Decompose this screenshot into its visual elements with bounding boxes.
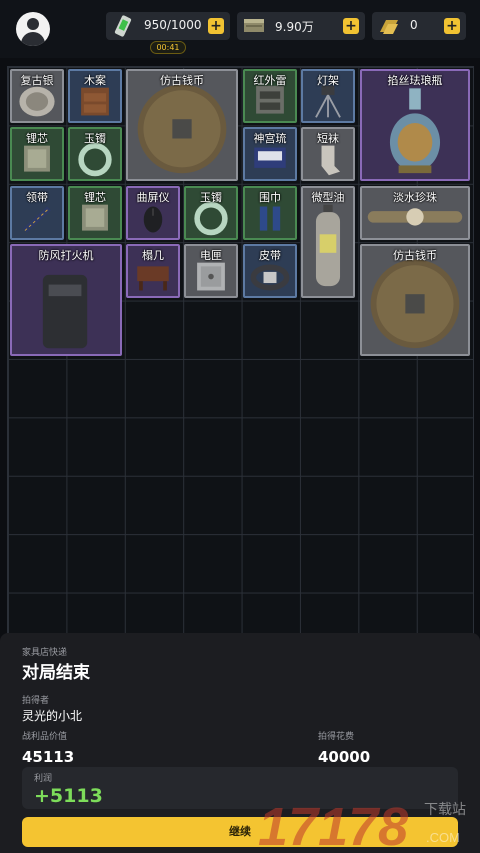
finder-label: 拍得者 (22, 696, 50, 706)
item-necktie[interactable]: 领带 (10, 186, 64, 240)
cash-add-button[interactable]: + (343, 18, 359, 34)
finder-name: 灵光的小北 (22, 709, 83, 723)
item-wooden-table[interactable]: 木案 (68, 69, 122, 123)
item-freshwater-pearl[interactable]: 淡水珍珠 (360, 186, 470, 240)
item-label: 皮带 (259, 249, 281, 262)
item-jade-bracelet-1[interactable]: 玉镯 (68, 127, 122, 181)
item-lamp-stand[interactable]: 灯架 (301, 69, 355, 123)
gold-bar-icon (380, 20, 398, 34)
energy-value: 950/1000 (144, 18, 202, 32)
item-label: 玉镯 (84, 132, 106, 145)
cost-value: 40000 (318, 748, 371, 766)
round-over-title: 对局结束 (22, 663, 90, 683)
item-curved-monitor[interactable]: 曲屏仪 (126, 186, 180, 240)
item-electric-box[interactable]: 电匣 (184, 244, 238, 298)
cash-resource: 9.90万 + (237, 12, 365, 40)
profit-value: +5113 (34, 785, 103, 807)
panel-subtitle: 家具店快递 (22, 648, 68, 658)
item-label: 领带 (26, 191, 48, 204)
item-infrared-mine[interactable]: 红外雷 (243, 69, 297, 123)
item-cloisonne-vase[interactable]: 掐丝珐琅瓶 (360, 69, 470, 181)
item-jade-bracelet-2[interactable]: 玉镯 (184, 186, 238, 240)
cost-label: 拍得花费 (318, 732, 355, 742)
item-label: 仿古钱币 (160, 74, 204, 87)
item-belt[interactable]: 皮带 (243, 244, 297, 298)
item-label: 榻几 (142, 249, 164, 262)
item-label: 灯架 (317, 74, 339, 87)
item-label: 淡水珍珠 (393, 191, 437, 204)
energy-resource: 950/1000 + (106, 12, 230, 40)
item-label: 神宫琉 (253, 132, 287, 145)
energy-drink-icon (114, 15, 132, 37)
item-scarf[interactable]: 围巾 (243, 186, 297, 240)
cash-value: 9.90万 (275, 20, 314, 34)
item-label: 微型油 (311, 191, 345, 204)
item-lithium-core-2[interactable]: 锂芯 (68, 186, 122, 240)
item-label: 曲屏仪 (136, 191, 170, 204)
item-label: 锂芯 (26, 132, 48, 145)
top-bar: 950/1000 + 9.90万 + 0 + 00:41 (0, 0, 480, 58)
profit-box: 利润 +5113 (22, 767, 458, 809)
item-windproof-lighter[interactable]: 防风打火机 (10, 244, 122, 356)
item-label: 短袜 (317, 132, 339, 145)
result-panel: 家具店快递 对局结束 拍得者 灵光的小北 战利品价值 45113 拍得花费 40… (0, 633, 480, 853)
item-antique-coin-2[interactable]: 仿古钱币 (360, 244, 470, 356)
item-lithium-core-1[interactable]: 锂芯 (10, 127, 64, 181)
round-timer: 00:41 (150, 41, 186, 54)
loot-value-label: 战利品价值 (22, 732, 68, 742)
item-label: 复古银 (20, 74, 54, 87)
gold-value: 0 (410, 18, 418, 32)
item-antique-coin[interactable]: 仿古钱币 (126, 69, 238, 181)
cash-stack-icon (244, 19, 264, 32)
item-mini-oil-tank[interactable]: 微型油 (301, 186, 355, 298)
profit-label: 利润 (34, 774, 53, 784)
inventory-grid: 复古银 木案 仿古钱币 红外雷 灯架 掐丝珐琅瓶 锂芯 玉镯 神宫琉 短袜 领带… (7, 66, 474, 636)
item-label: 玉镯 (200, 191, 222, 204)
item-short-socks[interactable]: 短袜 (301, 127, 355, 181)
item-label: 防风打火机 (38, 249, 94, 262)
item-couch-table[interactable]: 榻几 (126, 244, 180, 298)
item-label: 锂芯 (84, 191, 106, 204)
item-label: 围巾 (259, 191, 281, 204)
item-vintage-silver[interactable]: 复古银 (10, 69, 64, 123)
gold-add-button[interactable]: + (444, 18, 460, 34)
gold-resource: 0 + (372, 12, 466, 40)
avatar[interactable] (16, 12, 50, 46)
item-label: 红外雷 (253, 74, 287, 87)
avatar-body (21, 32, 45, 46)
loot-value: 45113 (22, 748, 75, 766)
item-shrine-device[interactable]: 神宫琉 (243, 127, 297, 181)
item-label: 掐丝珐琅瓶 (387, 74, 443, 87)
avatar-head (27, 18, 39, 30)
continue-button[interactable]: 继续 (22, 817, 458, 847)
item-label: 仿古钱币 (393, 249, 437, 262)
item-label: 电匣 (200, 249, 222, 262)
energy-add-button[interactable]: + (208, 18, 224, 34)
item-label: 木案 (84, 74, 106, 87)
